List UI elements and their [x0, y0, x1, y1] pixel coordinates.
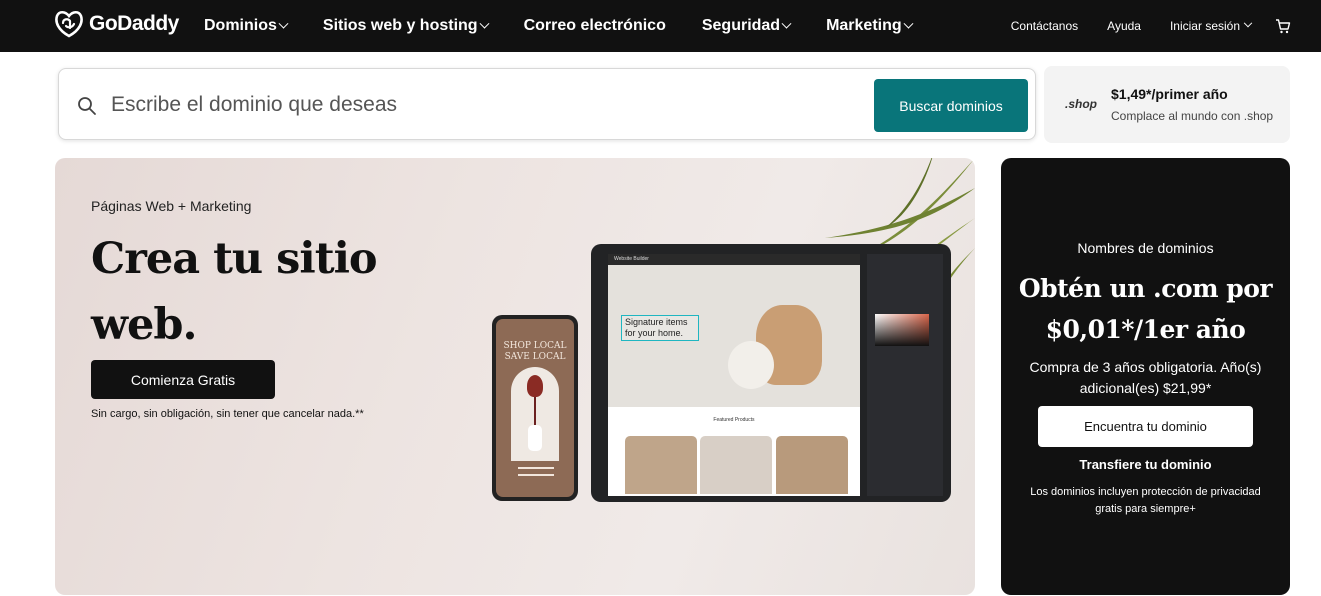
chevron-down-icon: [1243, 18, 1253, 28]
nav-item-label: Marketing: [826, 17, 902, 34]
nav-item-correo[interactable]: Correo electrónico: [524, 17, 666, 35]
card-title: Obtén un .com por $0,01*/1er año: [1018, 274, 1273, 344]
godaddy-logo-icon: [55, 10, 83, 38]
phone-vase-shape: [528, 425, 542, 451]
main-menu: Dominios Sitios web y hosting Correo ele…: [204, 0, 948, 52]
tablet-signature-text: Signature items for your home.: [621, 315, 699, 341]
card-description: Compra de 3 años obligatoria. Año(s) adi…: [1029, 359, 1262, 396]
signin-menu[interactable]: Iniciar sesión: [1169, 18, 1253, 33]
phone-line: [518, 467, 554, 469]
nav-item-marketing[interactable]: Marketing: [826, 17, 914, 35]
nav-item-label: Correo electrónico: [523, 17, 666, 34]
nav-item-dominios[interactable]: Dominios: [204, 17, 289, 35]
godaddy-logo[interactable]: GoDaddy: [54, 10, 179, 38]
nav-item-sitios-web[interactable]: Sitios web y hosting: [322, 17, 490, 35]
promo-price: $1,49*/primer año: [1111, 86, 1228, 102]
tablet-product-image: [700, 436, 772, 494]
tablet-products-title: Featured Products: [713, 417, 755, 423]
tablet-product-image: [776, 436, 848, 494]
tablet-hero-image: Signature items for your home.: [608, 265, 860, 407]
tablet-screen: Website Builder Signature items for your…: [608, 254, 860, 496]
hero-title: Crea tu sitio web.: [91, 234, 378, 350]
promo-subtitle: Complace al mundo con .shop: [1111, 109, 1274, 123]
search-icon: [78, 97, 96, 115]
transfer-domain-link[interactable]: Transfiere tu dominio: [1001, 457, 1290, 472]
tablet-mockup: Website Builder Signature items for your…: [591, 244, 951, 502]
nav-item-label: Dominios: [204, 17, 277, 34]
phone-flower-shape: [527, 375, 543, 397]
tablet-product-image: [625, 436, 697, 494]
cart-icon: [1276, 18, 1291, 33]
tablet-brand: Website Builder: [608, 254, 860, 265]
hero-banner: Páginas Web + Marketing Crea tu sitio we…: [55, 158, 975, 595]
card-note: Los dominios incluyen protección de priv…: [1030, 486, 1261, 515]
domain-search-input[interactable]: [111, 83, 871, 127]
tablet-side-panel: [867, 254, 943, 496]
promo-tld: .shop: [1065, 97, 1097, 111]
chevron-down-icon: [278, 18, 289, 29]
phone-mockup: SHOP LOCAL SAVE LOCAL: [492, 315, 578, 501]
color-picker-shape: [875, 314, 929, 346]
phone-screen: SHOP LOCAL SAVE LOCAL: [496, 319, 574, 497]
chevron-down-icon: [781, 18, 792, 29]
nav-item-label: Sitios web y hosting: [322, 17, 478, 34]
card-eyebrow: Nombres de dominios: [1077, 240, 1214, 256]
domain-search-box: Buscar dominios: [58, 68, 1036, 140]
phone-line: [518, 474, 554, 476]
start-free-button[interactable]: Comienza Gratis: [91, 360, 275, 399]
nav-item-seguridad[interactable]: Seguridad: [701, 17, 792, 35]
help-link[interactable]: Ayuda: [1107, 19, 1141, 33]
phone-screen-text: SHOP LOCAL SAVE LOCAL: [503, 341, 567, 362]
signin-label: Iniciar sesión: [1169, 19, 1240, 33]
chevron-down-icon: [903, 18, 914, 29]
contact-link[interactable]: Contáctanos: [1011, 19, 1078, 33]
chevron-down-icon: [479, 18, 490, 29]
domain-offer-card: Nombres de dominios Obtén un .com por $0…: [1001, 158, 1290, 595]
top-nav: GoDaddy Dominios Sitios web y hosting Co…: [0, 0, 1321, 52]
hero-note: Sin cargo, sin obligación, sin tener que…: [91, 408, 364, 420]
tablet-vase-shape: [728, 341, 774, 389]
nav-item-label: Seguridad: [701, 17, 781, 34]
shop-promo[interactable]: .shop $1,49*/primer año Complace al mund…: [1044, 66, 1290, 143]
find-domain-button[interactable]: Encuentra tu dominio: [1038, 406, 1253, 447]
logo-text: GoDaddy: [89, 12, 179, 35]
utility-menu: Contáctanos Ayuda Iniciar sesión: [982, 0, 1291, 52]
search-domains-button[interactable]: Buscar dominios: [874, 79, 1028, 132]
cart-button[interactable]: [1275, 18, 1291, 34]
hero-eyebrow: Páginas Web + Marketing: [91, 198, 252, 214]
